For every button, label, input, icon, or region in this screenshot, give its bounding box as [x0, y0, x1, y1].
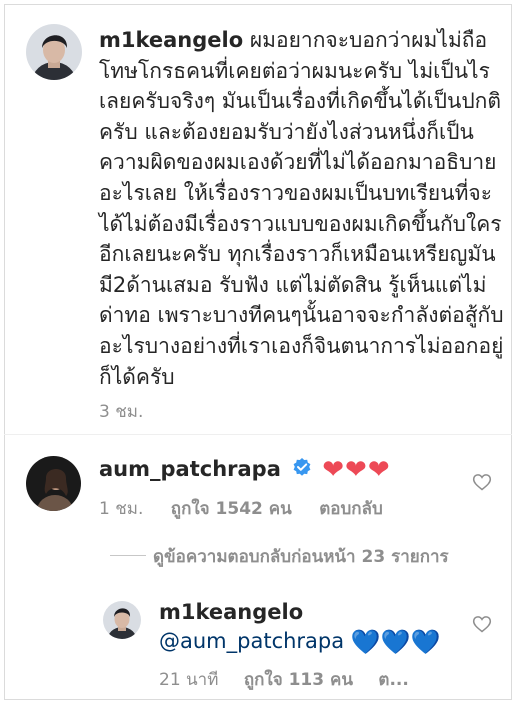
- avatar[interactable]: [103, 601, 141, 639]
- like-heart-icon[interactable]: [472, 614, 492, 634]
- post-timestamp[interactable]: 3 ชม.: [99, 398, 143, 425]
- reply-timestamp[interactable]: 21 นาที: [159, 670, 218, 690]
- like-heart-icon[interactable]: [472, 472, 492, 492]
- reply-text: 💙💙💙: [350, 628, 441, 656]
- comment-meta: 1 ชม. ถูกใจ 1542 คน ตอบกลับ: [99, 495, 383, 522]
- avatar[interactable]: [26, 24, 82, 80]
- reply-username[interactable]: m1keangelo: [159, 600, 303, 624]
- reply-meta: 21 นาที ถูกใจ 113 คน ต...: [159, 666, 409, 693]
- comment-timestamp[interactable]: 1 ชม.: [99, 499, 143, 519]
- reply-mention[interactable]: @aum_patchrapa: [159, 629, 344, 653]
- reply-reply-button[interactable]: ต...: [378, 670, 408, 690]
- comment-username[interactable]: aum_patchrapa: [99, 457, 281, 481]
- view-replies-button[interactable]: ดูข้อความตอบกลับก่อนหน้า 23 รายการ: [153, 543, 449, 570]
- reply-text-line: @aum_patchrapa 💙💙💙: [159, 628, 440, 656]
- comment-likes[interactable]: ถูกใจ 1542 คน: [171, 499, 292, 519]
- post-caption: m1keangelo ผมอยากจะบอกว่าผมไม่ถือโทษโกรธ…: [99, 25, 504, 392]
- reply-likes[interactable]: ถูกใจ 113 คน: [244, 670, 353, 690]
- comment-reply-button[interactable]: ตอบกลับ: [319, 499, 383, 519]
- avatar[interactable]: [26, 456, 81, 511]
- view-replies-line: [110, 555, 146, 556]
- comment-line: aum_patchrapa ❤❤❤: [99, 455, 391, 484]
- caption-text: ผมอยากจะบอกว่าผมไม่ถือโทษโกรธคนที่เคยต่อ…: [99, 28, 504, 389]
- divider: [4, 434, 512, 435]
- post-username[interactable]: m1keangelo: [99, 28, 243, 52]
- comment-text: ❤❤❤: [322, 455, 391, 485]
- verified-badge-icon: [292, 456, 312, 484]
